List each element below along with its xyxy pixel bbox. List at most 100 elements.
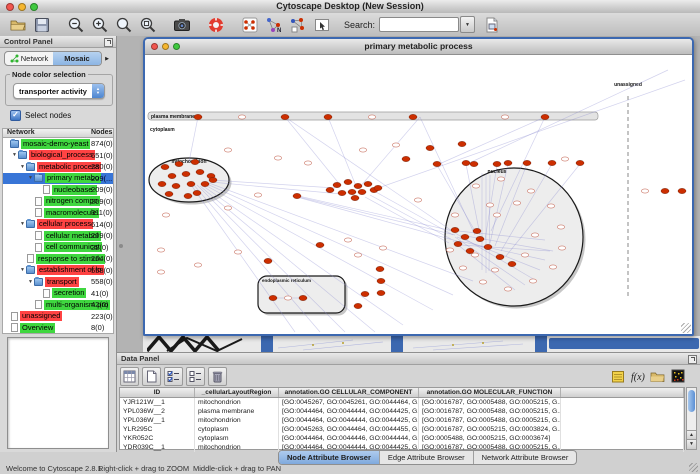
search-input[interactable] <box>379 17 459 32</box>
tree-row[interactable]: secretion41(0) <box>3 288 113 300</box>
network-node-outline[interactable] <box>501 115 508 119</box>
network-node[interactable] <box>184 193 192 198</box>
network-node[interactable] <box>426 145 434 150</box>
network-node-outline[interactable] <box>479 280 486 284</box>
notepad-icon[interactable] <box>609 368 626 385</box>
network-node[interactable] <box>377 278 385 283</box>
tree-row[interactable]: nitrogen compo209(0) <box>3 196 113 208</box>
network-node[interactable] <box>344 179 352 184</box>
network-node[interactable] <box>476 236 484 241</box>
network-edge[interactable] <box>285 117 341 186</box>
network-node-outline[interactable] <box>284 296 291 300</box>
network-node-outline[interactable] <box>527 189 534 193</box>
unselect-all-attributes-icon[interactable] <box>186 367 205 386</box>
table-scrollbar[interactable]: ▲ ▼ <box>686 387 697 450</box>
table-row[interactable]: YPL036W__2plasma membrane[GO:0044464, GO… <box>120 407 684 416</box>
network-node-outline[interactable] <box>547 204 554 208</box>
birds-eye-view[interactable] <box>7 337 109 449</box>
network-node-outline[interactable] <box>354 253 361 257</box>
network-window-titlebar[interactable]: primary metabolic process <box>145 39 692 55</box>
network-node[interactable] <box>354 303 362 308</box>
network-node[interactable] <box>348 189 356 194</box>
tree-column-network[interactable]: Network <box>7 129 35 136</box>
network-node[interactable] <box>470 161 478 166</box>
disclosure-triangle-icon[interactable]: ▼ <box>27 175 34 181</box>
network-node[interactable] <box>462 160 470 165</box>
function-builder-icon[interactable]: f(x) <box>629 368 646 385</box>
network-node[interactable] <box>326 187 334 192</box>
network-node[interactable] <box>433 161 441 166</box>
network-node-outline[interactable] <box>549 265 556 269</box>
create-attribute-icon[interactable] <box>142 367 161 386</box>
float-data-panel-icon[interactable] <box>688 355 697 364</box>
table-column-header[interactable]: annotation.GO CELLULAR_COMPONENT <box>279 388 419 397</box>
select-all-attributes-icon[interactable] <box>164 367 183 386</box>
network-node[interactable] <box>473 228 481 233</box>
network-node-outline[interactable] <box>157 248 164 252</box>
scroll-down-button[interactable]: ▼ <box>687 439 696 449</box>
network-node[interactable] <box>541 114 549 119</box>
table-row[interactable]: YLR295Ccytoplasm[GO:0045263, GO:0044464,… <box>120 425 684 434</box>
open-attributes-icon[interactable] <box>649 368 666 385</box>
splitter-handle[interactable] <box>119 244 123 248</box>
network-edge[interactable] <box>294 195 453 231</box>
attribute-table-header[interactable]: ID_cellularLayoutRegionannotation.GO CEL… <box>120 388 684 398</box>
table-row[interactable]: YKR052Ccytoplasm[GO:0044464, GO:0044446,… <box>120 434 684 443</box>
tree-row[interactable]: ▼metabolic process280(0) <box>3 161 113 173</box>
network-node[interactable] <box>409 114 417 119</box>
table-column-header[interactable]: _cellularLayoutRegion <box>195 388 279 397</box>
network-node-outline[interactable] <box>558 246 565 250</box>
network-node[interactable] <box>376 266 384 271</box>
network-node[interactable] <box>316 242 324 247</box>
network-node[interactable] <box>281 114 289 119</box>
table-row[interactable]: YJR121W__1mitochondrion[GO:0045267, GO:0… <box>120 398 684 407</box>
float-panel-icon[interactable] <box>104 38 113 47</box>
more-tabs-button[interactable]: ▶ <box>102 51 112 66</box>
network-node-outline[interactable] <box>504 287 511 291</box>
network-node[interactable] <box>377 290 385 295</box>
tree-row[interactable]: multi-organism pro42(0) <box>3 299 113 311</box>
network-node-outline[interactable] <box>379 246 386 250</box>
network-node[interactable] <box>209 177 217 182</box>
select-attributes-icon[interactable] <box>120 367 139 386</box>
network-node-outline[interactable] <box>491 268 498 272</box>
tree-row[interactable]: unassigned223(0) <box>3 311 113 323</box>
network-node[interactable] <box>374 185 382 190</box>
network-edge[interactable] <box>437 117 545 165</box>
network-node[interactable] <box>576 160 584 165</box>
zoom-fit-icon[interactable] <box>112 15 136 35</box>
open-file-icon[interactable] <box>6 15 30 35</box>
zoom-selected-region-icon[interactable] <box>136 15 160 35</box>
matrix-view-icon[interactable] <box>669 368 686 385</box>
network-node-outline[interactable] <box>224 148 231 152</box>
network-node[interactable] <box>458 141 466 146</box>
network-node[interactable] <box>194 114 202 119</box>
network-edge[interactable] <box>359 117 420 188</box>
tree-row[interactable]: mosaic-demo-yeast874(0) <box>3 138 113 150</box>
zoom-out-icon[interactable] <box>64 15 88 35</box>
network-node[interactable] <box>193 190 201 195</box>
network-node[interactable] <box>358 189 366 194</box>
network-node[interactable] <box>324 114 332 119</box>
network-node[interactable] <box>196 169 204 174</box>
network-node[interactable] <box>269 295 277 300</box>
network-node[interactable] <box>161 164 169 169</box>
scrollbar-thumb[interactable] <box>688 390 695 412</box>
network-node-outline[interactable] <box>194 263 201 267</box>
network-edge[interactable] <box>374 191 453 235</box>
network-node-outline[interactable] <box>472 184 479 188</box>
disclosure-triangle-icon[interactable]: ▼ <box>27 279 34 285</box>
network-node[interactable] <box>461 234 469 239</box>
network-node[interactable] <box>451 227 459 232</box>
tree-row[interactable]: ▼biological_process651(0) <box>3 150 113 162</box>
network-node[interactable] <box>402 156 410 161</box>
network-node[interactable] <box>548 160 556 165</box>
tab-mosaic[interactable]: Mosaic <box>53 52 101 65</box>
search-dropdown-button[interactable]: ▼ <box>460 16 475 33</box>
network-overlay-icon[interactable] <box>286 15 310 35</box>
network-node[interactable] <box>661 188 669 193</box>
network-node-outline[interactable] <box>414 198 421 202</box>
app-resize-grip[interactable] <box>689 463 698 472</box>
disclosure-triangle-icon[interactable]: ▼ <box>11 152 18 158</box>
node-color-dropdown[interactable]: transporter activity ▲▼ <box>13 83 105 99</box>
